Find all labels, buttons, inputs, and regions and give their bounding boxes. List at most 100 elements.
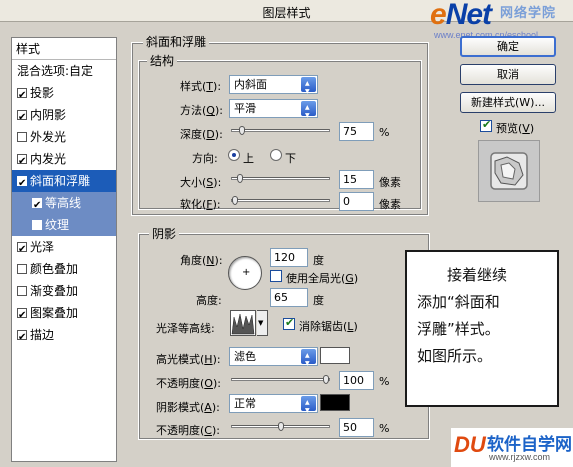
rjzxw-logo: DU [454, 432, 486, 457]
highlight-opacity-input[interactable]: 100 [339, 371, 374, 390]
highlight-opacity-slider[interactable] [231, 375, 330, 384]
direction-up-radio[interactable] [228, 149, 240, 161]
preview-checkbox[interactable] [480, 118, 492, 132]
depth-unit: % [379, 126, 390, 139]
soften-input[interactable]: 0 [339, 192, 374, 211]
style-item-checkbox[interactable] [17, 107, 27, 129]
highlight-opacity-label: 不透明度(O): [156, 377, 221, 390]
highlight-color-swatch[interactable] [320, 347, 350, 364]
style-item[interactable]: 等高线 [12, 192, 116, 217]
style-item-label: 渐变叠加 [30, 284, 79, 298]
shadow-opacity-thumb[interactable] [278, 422, 284, 431]
altitude-input[interactable]: 65 [270, 288, 308, 307]
size-input[interactable]: 15 [339, 170, 374, 189]
new-style-button[interactable]: 新建样式(W)... [460, 92, 556, 113]
crosshair-icon: + [242, 267, 251, 278]
highlight-mode-select[interactable]: 滤色 [229, 347, 318, 372]
style-label: 样式(T): [180, 80, 222, 93]
style-item[interactable]: 斜面和浮雕 [12, 170, 116, 195]
global-light-label: 使用全局光(G) [286, 272, 359, 285]
angle-unit: 度 [313, 254, 324, 267]
preview-swatch-icon [490, 152, 528, 190]
depth-input[interactable]: 75 [339, 122, 374, 141]
tutorial-note: 接着继续 添加“斜面和 浮雕”样式。 如图所示。 [405, 250, 559, 407]
shadow-mode-select[interactable]: 正常 [229, 394, 318, 419]
style-item[interactable]: 投影 [12, 82, 116, 107]
size-slider[interactable] [231, 174, 330, 183]
soften-unit: 像素 [379, 198, 401, 211]
technique-select[interactable]: 平滑 [229, 99, 318, 124]
style-item[interactable]: 外发光 [12, 126, 116, 148]
style-item[interactable]: 图案叠加 [12, 302, 116, 327]
note-line: 添加“斜面和 [417, 293, 500, 311]
global-light-checkbox[interactable] [270, 270, 282, 282]
rjzxw-watermark-url: www.rjzxw.com [489, 452, 551, 462]
altitude-unit: 度 [313, 294, 324, 307]
style-item-label: 纹理 [45, 218, 70, 232]
rjzxw-watermark: DU 软件自学网 www.rjzxw.com [451, 428, 573, 467]
style-item-checkbox[interactable] [17, 305, 27, 327]
style-item[interactable]: 描边 [12, 324, 116, 349]
size-label: 大小(S): [180, 176, 222, 189]
style-select[interactable]: 内斜面 [229, 75, 318, 100]
style-item[interactable]: 内阴影 [12, 104, 116, 129]
soften-label: 软化(F): [180, 198, 221, 211]
style-list-header[interactable]: 样式 [12, 38, 116, 60]
technique-label: 方法(Q): [180, 104, 223, 117]
depth-slider-thumb[interactable] [239, 126, 245, 135]
structure-title: 结构 [147, 52, 178, 69]
depth-slider[interactable] [231, 126, 330, 135]
gloss-contour-label: 光泽等高线: [156, 322, 215, 335]
direction-up-label: 上 [243, 152, 254, 165]
gloss-contour-dropdown[interactable] [257, 310, 268, 336]
style-item-checkbox[interactable] [17, 173, 27, 195]
style-item-checkbox[interactable] [17, 327, 27, 349]
shadow-mode-label: 阴影模式(A): [156, 401, 220, 414]
chevron-updown-icon [301, 75, 316, 100]
layer-style-dialog: 图层样式 eNet 网络学院 www.enet.com.cn/eschool 样… [0, 0, 573, 467]
angle-dial[interactable]: + [228, 256, 262, 290]
shadow-opacity-input[interactable]: 50 [339, 418, 374, 437]
style-item-checkbox[interactable] [17, 151, 27, 173]
style-item-label: 投影 [30, 86, 55, 100]
ok-button[interactable]: 确定 [460, 36, 556, 57]
soften-slider[interactable] [231, 196, 330, 205]
antialias-label: 消除锯齿(L) [299, 320, 358, 333]
style-item-checkbox[interactable] [32, 195, 42, 217]
style-item-checkbox[interactable] [17, 132, 27, 142]
style-list: 样式 混合选项:自定 投影内阴影外发光内发光斜面和浮雕等高线纹理光泽颜色叠加渐变… [11, 37, 117, 462]
shadow-opacity-slider[interactable] [231, 422, 330, 431]
style-item[interactable]: 纹理 [12, 214, 116, 236]
shadow-color-swatch[interactable] [320, 394, 350, 411]
soften-slider-thumb[interactable] [232, 196, 238, 205]
style-item[interactable]: 光泽 [12, 236, 116, 261]
blend-options-item[interactable]: 混合选项:自定 [12, 60, 116, 82]
size-slider-thumb[interactable] [237, 174, 243, 183]
style-item-label: 外发光 [30, 130, 67, 144]
bevel-emboss-title: 斜面和浮雕 [143, 33, 210, 50]
style-item-label: 光泽 [30, 240, 55, 254]
antialias-checkbox[interactable] [283, 316, 295, 330]
style-item-checkbox[interactable] [17, 286, 27, 296]
shadow-opacity-label: 不透明度(C): [156, 424, 220, 437]
style-item[interactable]: 渐变叠加 [12, 280, 116, 302]
angle-label: 角度(N): [180, 254, 223, 267]
note-line: 如图所示。 [417, 347, 493, 365]
style-item[interactable]: 颜色叠加 [12, 258, 116, 280]
highlight-opacity-thumb[interactable] [323, 375, 329, 384]
preview-label: 预览(V) [496, 122, 535, 135]
style-item[interactable]: 内发光 [12, 148, 116, 173]
gloss-contour-preview[interactable] [230, 310, 256, 336]
cancel-button[interactable]: 取消 [460, 64, 556, 85]
direction-down-radio[interactable] [270, 149, 282, 161]
style-preview-thumbnail [478, 140, 540, 202]
style-item-label: 描边 [30, 328, 55, 342]
angle-input[interactable]: 120 [270, 248, 308, 267]
style-item-checkbox[interactable] [17, 85, 27, 107]
note-line: 浮雕”样式。 [417, 320, 500, 338]
highlight-mode-label: 高光模式(H): [156, 353, 221, 366]
style-item-checkbox[interactable] [17, 239, 27, 261]
style-item-checkbox[interactable] [32, 220, 42, 230]
style-item-checkbox[interactable] [17, 264, 27, 274]
highlight-opacity-unit: % [379, 375, 390, 388]
